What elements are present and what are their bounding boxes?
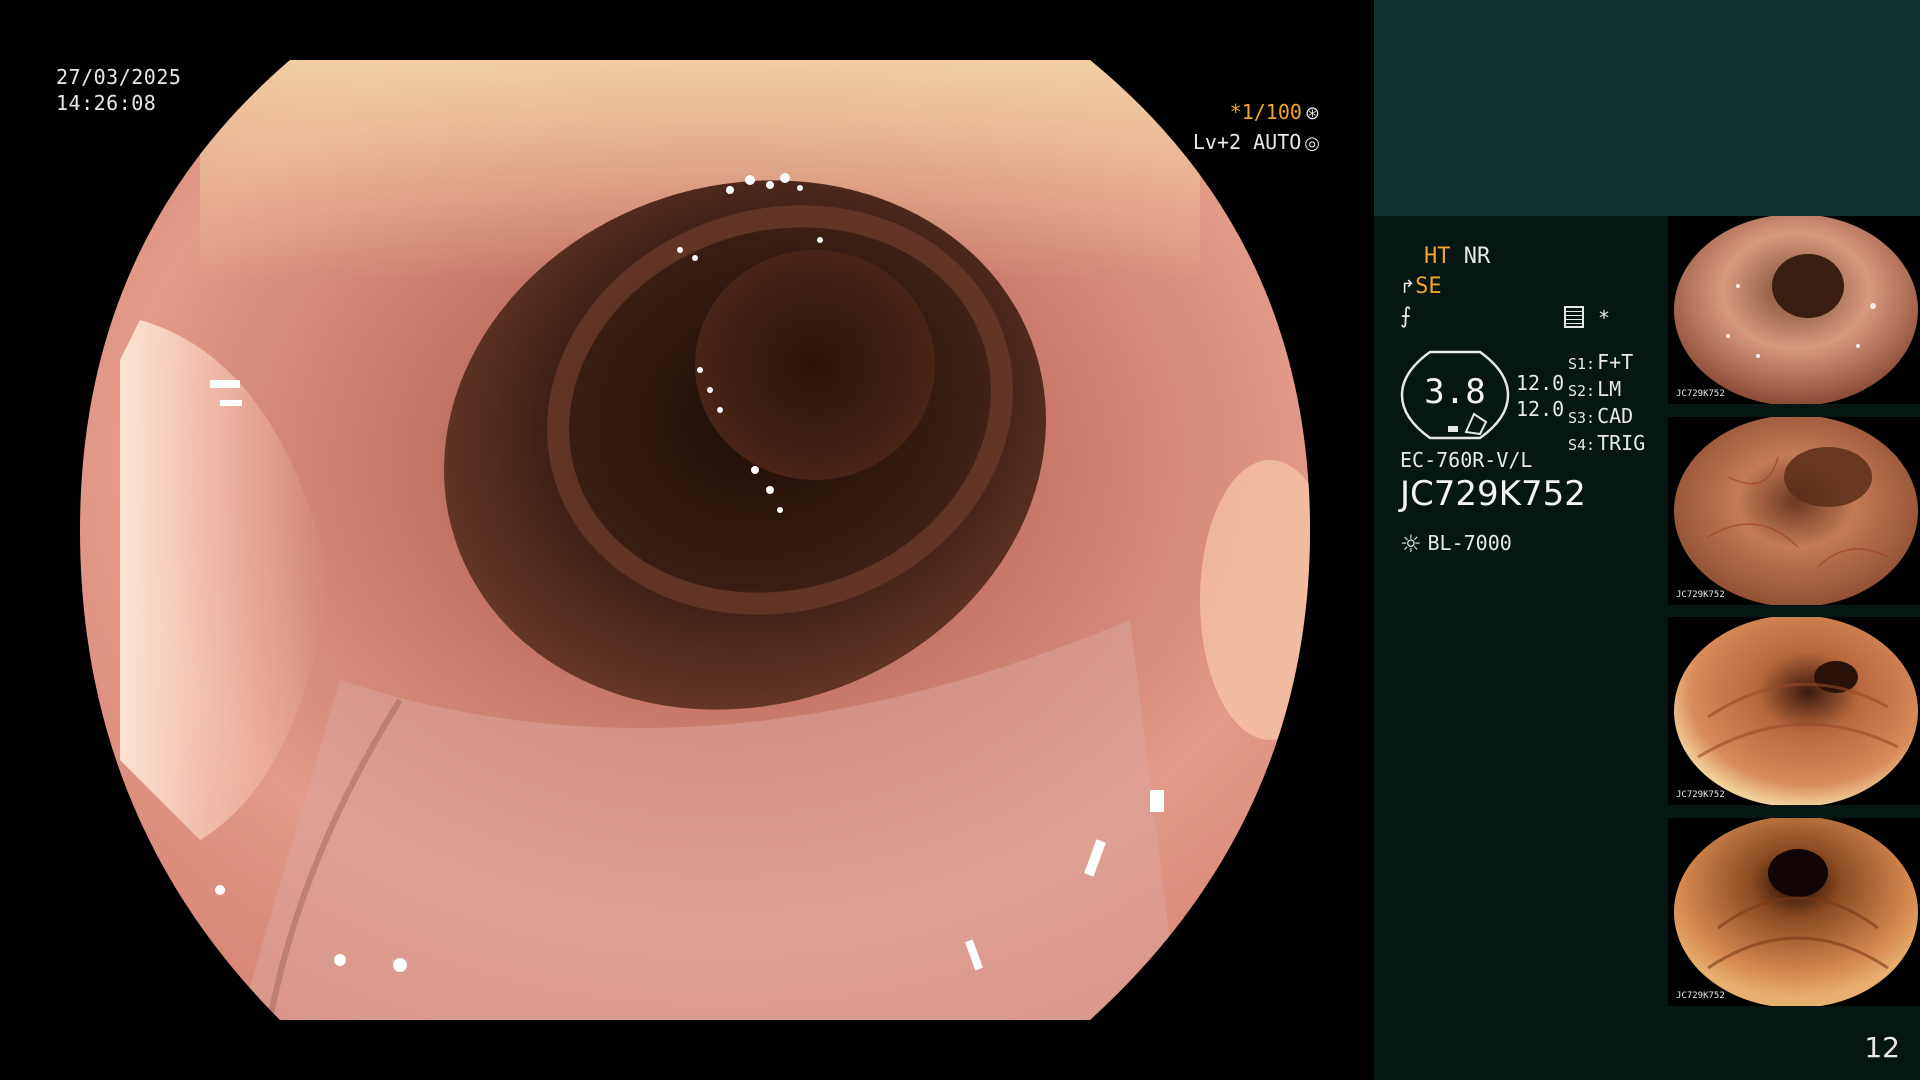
brightness-level: Lv+2 <box>1192 130 1242 154</box>
aperture-icon: ⊛ <box>1304 103 1320 124</box>
memory-card-icon <box>1564 306 1584 328</box>
light-source: ☼ BL-7000 <box>1400 530 1512 558</box>
slot-item: S1: F+T <box>1568 350 1634 374</box>
slot-item: S2: LM <box>1568 377 1622 401</box>
datetime-overlay: 27/03/2025 14:26:08 <box>56 64 181 116</box>
scope-serial: JC729K752 <box>1400 474 1586 514</box>
panel-header-band <box>1374 0 1920 216</box>
exposure-mode: AUTO <box>1253 130 1302 154</box>
captured-thumbnail-2[interactable]: JC729K752 <box>1668 417 1920 605</box>
thumb-label: JC729K752 <box>1676 991 1725 1001</box>
se-label: SE <box>1415 274 1442 299</box>
mode-nr: NR <box>1463 244 1491 269</box>
light-source-label: BL-7000 <box>1427 531 1512 555</box>
preset-icons: * <box>1564 306 1610 330</box>
wave-icon: ⨍ <box>1400 304 1412 329</box>
mode-ht: HT <box>1424 244 1451 269</box>
switch-assignments: S1: F+T S2: LM S3: CAD S4: TRIG <box>1568 350 1645 458</box>
shutter-speed: *1/100 <box>1229 100 1302 124</box>
preset-star: * <box>1598 306 1611 330</box>
slot-item: S4: TRIG <box>1568 431 1646 455</box>
image-count: 12 <box>1864 1031 1900 1064</box>
endoscopy-monitor: 27/03/2025 14:26:08 *1/100 ⊛ Lv+2 AUTO ◎ H… <box>0 0 1920 1080</box>
se-line: ↱SE <box>1400 274 1442 299</box>
scope-model: EC-760R-V/L <box>1400 448 1533 472</box>
thumb-label: JC729K752 <box>1676 590 1725 600</box>
captured-thumbnail-1[interactable]: JC729K752 <box>1668 216 1920 404</box>
slot-item: S3: CAD <box>1568 404 1634 428</box>
zoom-value: 3.8 <box>1424 372 1486 412</box>
structure-enhance-icon: ↱ <box>1400 277 1416 298</box>
thumb-label: JC729K752 <box>1676 389 1725 399</box>
thumb-label: JC729K752 <box>1676 790 1725 800</box>
lamp-icon: ☼ <box>1400 530 1422 558</box>
captured-thumbnail-4[interactable]: JC729K752 <box>1668 818 1920 1006</box>
gauge-value-2: 12.0 <box>1516 397 1565 421</box>
mode-line: HT NR <box>1424 244 1490 269</box>
zoom-gauge: 3.8 <box>1400 350 1510 440</box>
target-icon: ◎ <box>1304 133 1320 154</box>
endoscopic-live-view <box>80 60 1310 1020</box>
date-label: 27/03/2025 <box>56 65 182 89</box>
exposure-readout: *1/100 ⊛ Lv+2 AUTO ◎ <box>1193 98 1320 158</box>
captured-thumbnail-3[interactable]: JC729K752 <box>1668 617 1920 805</box>
time-label: 14:26:08 <box>56 91 157 115</box>
gauge-values: 12.0 12.0 <box>1516 370 1564 422</box>
gauge-value-1: 12.0 <box>1516 371 1565 395</box>
